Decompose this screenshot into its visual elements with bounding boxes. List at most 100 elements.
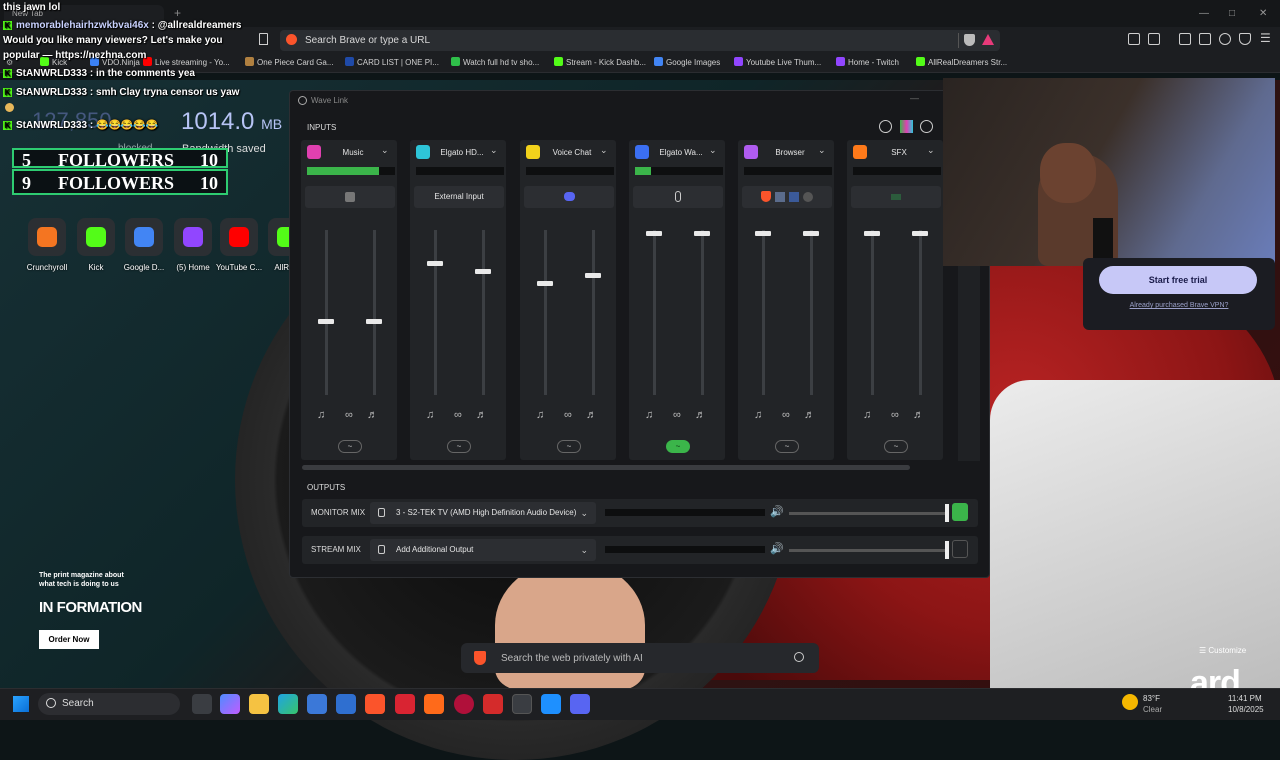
waveform-effects-icon[interactable]: ~ (447, 440, 471, 453)
fader-track[interactable] (701, 230, 704, 395)
bookmark-item[interactable]: Live streaming - Yo... (143, 57, 230, 67)
output-volume-slider[interactable] (789, 549, 947, 552)
fader-track[interactable] (373, 230, 376, 395)
output-device-select[interactable]: Add Additional Output ⌄ (370, 539, 596, 561)
link-icon[interactable]: ∞ (673, 409, 681, 421)
fader-knob[interactable] (803, 231, 819, 237)
channels-scrollbar[interactable] (302, 465, 910, 470)
file-explorer-icon[interactable] (249, 694, 269, 714)
fader-track[interactable] (810, 230, 813, 395)
link-icon[interactable]: ∞ (564, 409, 572, 421)
waveform-effects-icon[interactable]: ~ (884, 440, 908, 453)
fader-knob[interactable] (427, 261, 443, 266)
fader-track[interactable] (544, 230, 547, 395)
monitor-mute-icon[interactable]: ♫ (426, 409, 434, 421)
rewards-icon[interactable] (982, 34, 994, 45)
fader-track[interactable] (434, 230, 437, 395)
channel-name[interactable]: Elgato Wa... (653, 148, 709, 157)
channel-source-box[interactable] (633, 186, 723, 208)
discord-taskbar-icon[interactable] (570, 694, 590, 714)
channel-source-box[interactable] (742, 186, 832, 208)
shortcut-tile[interactable] (125, 218, 163, 256)
channel-name[interactable]: Elgato HD... (434, 148, 490, 157)
shortcut-tile[interactable] (174, 218, 212, 256)
fader-track[interactable] (762, 230, 765, 395)
fader-knob[interactable] (864, 231, 880, 237)
link-icon[interactable]: ∞ (454, 409, 462, 421)
chevron-down-icon[interactable]: ⌄ (709, 145, 717, 156)
shortcut-tile[interactable] (220, 218, 258, 256)
menu-icon[interactable]: ☰ (1260, 31, 1271, 45)
extensions-icon[interactable] (1128, 33, 1140, 45)
channel-name[interactable]: Music (325, 148, 381, 157)
app-taskbar-icon[interactable] (424, 694, 444, 714)
order-now-button[interactable]: Order Now (39, 630, 99, 649)
bookmark-item[interactable]: AllRealDreamers Str... (916, 57, 1007, 67)
fader-knob[interactable] (755, 231, 771, 237)
wave-minimize-icon[interactable]: — (910, 93, 919, 103)
already-purchased-link[interactable]: Already purchased Brave VPN? (1083, 302, 1275, 309)
vpn-icon[interactable] (1239, 33, 1251, 45)
shortcut-tile[interactable] (28, 218, 66, 256)
bookmark-item[interactable]: Home - Twitch (836, 57, 899, 67)
chevron-down-icon[interactable]: ⌄ (927, 145, 935, 156)
channel-name[interactable]: SFX (871, 148, 927, 157)
stream-mute-icon[interactable]: ♬ (367, 409, 378, 421)
shields-icon[interactable] (964, 34, 975, 46)
fader-track[interactable] (871, 230, 874, 395)
bookmark-item[interactable]: Google Images (654, 57, 720, 67)
bookmark-item[interactable]: Stream - Kick Dashb... (554, 57, 646, 67)
stream-mute-icon[interactable]: ♬ (695, 409, 706, 421)
chevron-down-icon[interactable]: ⌄ (490, 145, 498, 156)
fader-knob[interactable] (537, 280, 553, 286)
shortcut-tile[interactable] (77, 218, 115, 256)
headphones-monitor-icon[interactable] (952, 503, 968, 521)
waveform-effects-icon[interactable]: ~ (338, 440, 362, 453)
fader-knob[interactable] (318, 318, 334, 324)
channel-source-box[interactable] (851, 186, 941, 208)
marketplace-icon[interactable] (900, 120, 913, 133)
stream-mute-icon[interactable]: ♬ (913, 409, 924, 421)
channel-name[interactable]: Browser (762, 148, 818, 157)
monitor-mute-icon[interactable]: ♫ (863, 409, 871, 421)
fader-knob[interactable] (694, 231, 710, 237)
link-icon[interactable]: ∞ (782, 409, 790, 421)
fader-track[interactable] (919, 230, 922, 395)
link-icon[interactable]: ∞ (891, 409, 899, 421)
maximize-icon[interactable]: □ (1229, 8, 1235, 19)
calculator-icon[interactable] (336, 694, 356, 714)
tab-search-icon[interactable] (1148, 33, 1160, 45)
output-volume-slider[interactable] (789, 512, 947, 515)
wave-link-taskbar-icon[interactable] (512, 694, 532, 714)
clock-time[interactable]: 11:41 PM (1228, 694, 1262, 703)
customize-button[interactable]: ☰ Customize (1199, 646, 1246, 655)
bookmark-item[interactable]: Watch full hd tv sho... (451, 57, 539, 67)
address-bar[interactable]: Search Brave or type a URL (280, 30, 1000, 51)
start-free-trial-button[interactable]: Start free trial (1099, 266, 1257, 294)
app-taskbar-icon[interactable] (541, 694, 561, 714)
app-taskbar-icon[interactable] (395, 694, 415, 714)
waveform-effects-icon[interactable]: ~ (666, 440, 690, 453)
app-taskbar-icon[interactable] (454, 694, 474, 714)
monitor-mute-icon[interactable]: ♫ (536, 409, 544, 421)
weather-icon[interactable] (1122, 694, 1138, 710)
bookmark-item[interactable]: One Piece Card Ga... (245, 57, 333, 67)
fader-track[interactable] (592, 230, 595, 395)
stream-mute-icon[interactable]: ♬ (476, 409, 487, 421)
fader-track[interactable] (653, 230, 656, 395)
new-tab-plus-icon[interactable]: + (174, 6, 181, 20)
wallet-icon[interactable] (1199, 33, 1211, 45)
leo-icon[interactable] (1219, 33, 1231, 45)
edge-icon[interactable] (278, 694, 298, 714)
fader-knob[interactable] (646, 231, 662, 237)
fader-knob[interactable] (475, 269, 491, 275)
stream-mute-icon[interactable]: ♬ (586, 409, 597, 421)
channel-name[interactable]: Voice Chat (544, 148, 600, 157)
download-icon[interactable] (879, 120, 892, 133)
fader-track[interactable] (325, 230, 328, 395)
channel-source-box[interactable] (305, 186, 395, 208)
bookmark-icon[interactable] (259, 33, 268, 45)
minimize-icon[interactable]: — (1199, 8, 1209, 19)
channel-source-box[interactable] (524, 186, 614, 208)
copilot-icon[interactable] (220, 694, 240, 714)
